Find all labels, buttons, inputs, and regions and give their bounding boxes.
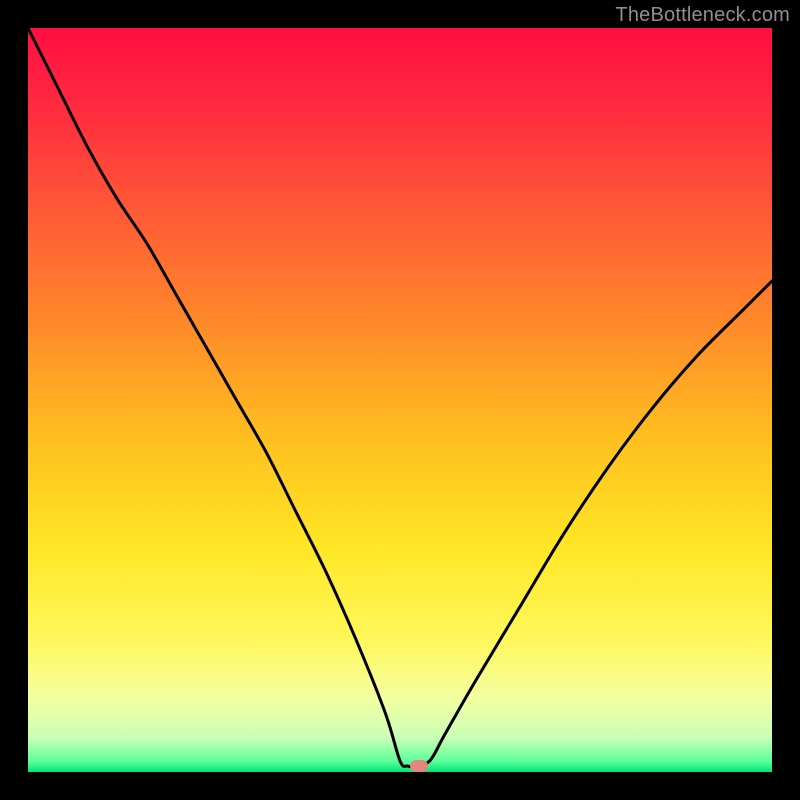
chart-marker-dot	[410, 760, 428, 772]
chart-plot-area	[28, 28, 772, 772]
chart-curve	[28, 28, 772, 772]
chart-frame: TheBottleneck.com	[0, 0, 800, 800]
watermark-text: TheBottleneck.com	[615, 4, 790, 27]
